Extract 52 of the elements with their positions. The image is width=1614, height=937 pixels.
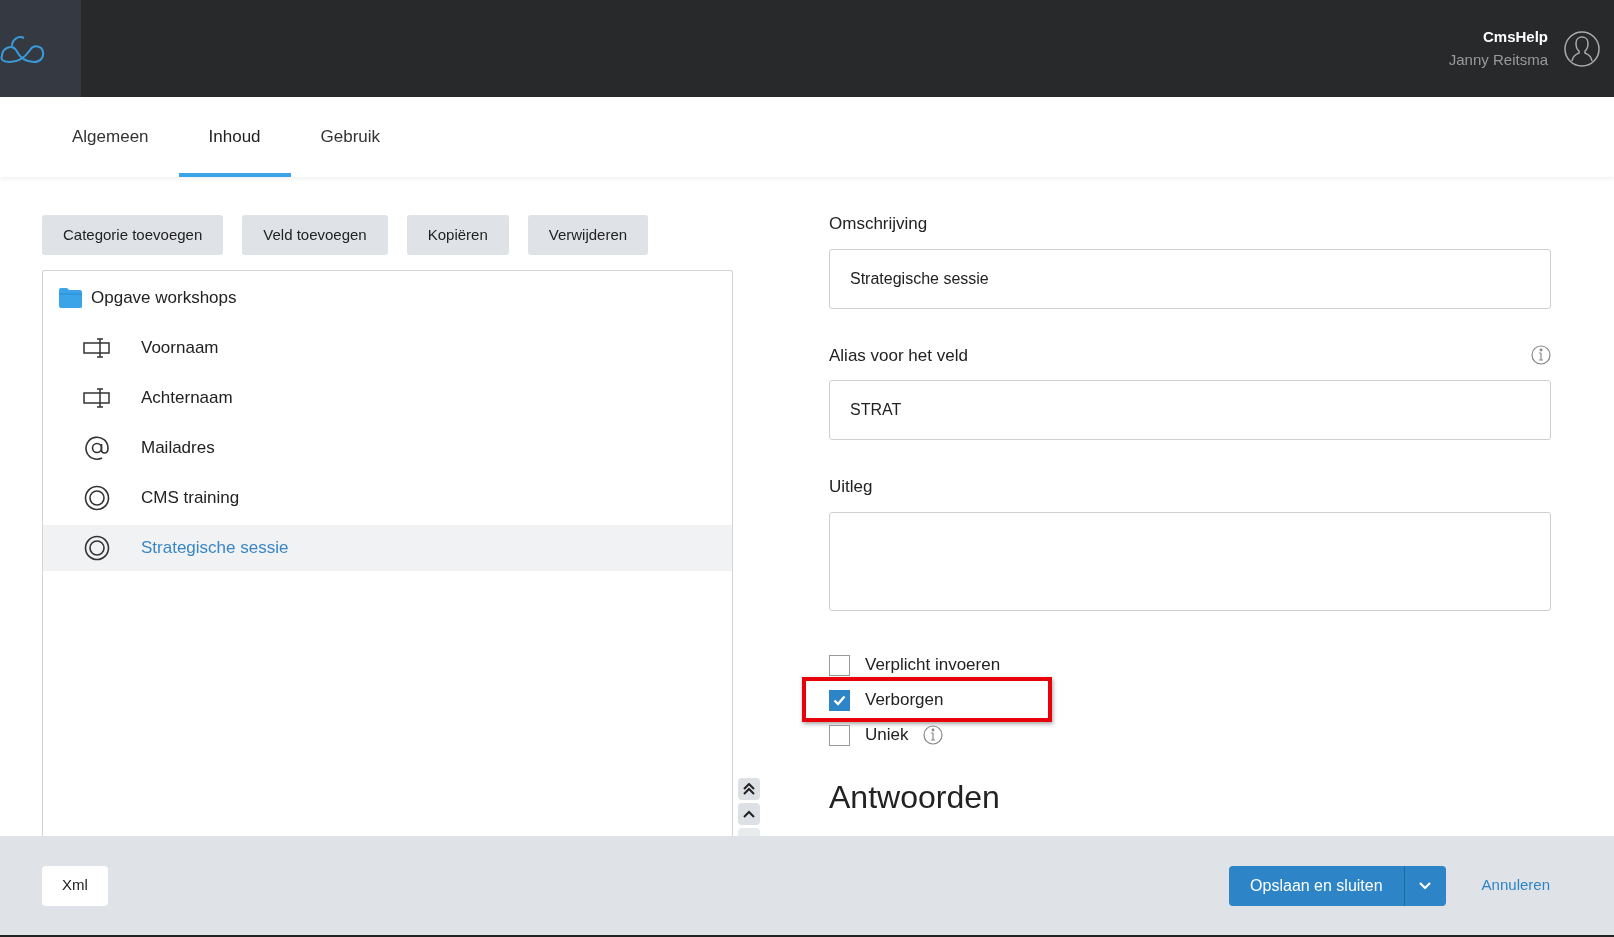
checkbox-label: Verplicht invoeren [865, 654, 1001, 677]
input-field[interactable]: STRAT [829, 380, 1551, 440]
field-label: Alias voor het veld [829, 344, 968, 367]
tab[interactable]: Algemeen [42, 97, 179, 177]
tree-label: Achternaam [141, 387, 233, 410]
user-name: Janny Reitsma [1448, 49, 1548, 70]
tree-item[interactable]: Achternaam [43, 375, 732, 421]
chevron-down-icon [1419, 881, 1432, 890]
user-avatar-icon[interactable] [1564, 30, 1600, 67]
textarea-field[interactable] [829, 511, 1551, 611]
tree-label: Mailadres [141, 437, 215, 460]
radio-icon [84, 485, 110, 511]
account-name: CmsHelp [1482, 27, 1548, 47]
field-label: Uitleg [829, 476, 873, 498]
radio-icon [84, 535, 110, 561]
checkbox-label: Verborgen [865, 689, 944, 712]
tab[interactable]: Gebruik [290, 97, 411, 177]
tree-label: CMS training [141, 487, 240, 510]
tree-item[interactable]: Strategische sessie [43, 525, 732, 571]
cloud-logo-icon [0, 33, 45, 64]
toolbar-button[interactable]: Veld toevoegen [242, 215, 388, 255]
checkbox[interactable] [829, 724, 850, 746]
tree-root[interactable]: Opgave workshops [43, 281, 732, 315]
xml-button[interactable]: Xml [42, 865, 108, 906]
checkbox[interactable] [829, 689, 850, 711]
tree-label: Opgave workshops [91, 287, 237, 310]
text-field-icon [83, 337, 111, 359]
save-button[interactable]: Opslaan en sluiten [1229, 865, 1404, 906]
toolbar-button[interactable]: Kopiëren [406, 215, 509, 255]
chevron-up-icon [743, 810, 755, 818]
toolbar-button[interactable]: Categorie toevoegen [42, 215, 224, 255]
checkbox[interactable] [829, 654, 850, 676]
at-sign-icon [84, 435, 110, 461]
info-icon[interactable] [923, 725, 944, 745]
text-field-icon [83, 387, 111, 409]
tree-label: Voornaam [141, 337, 219, 360]
tab[interactable]: Inhoud [178, 97, 291, 177]
check-icon [833, 694, 846, 706]
input-field[interactable]: Strategische sessie [829, 248, 1551, 309]
double-chevron-up-icon [743, 783, 755, 795]
checkbox-label: Uniek [865, 724, 909, 747]
toolbar-button[interactable]: Verwijderen [527, 215, 649, 255]
tree-label: Strategische sessie [141, 537, 289, 560]
info-icon[interactable] [1531, 345, 1551, 366]
tree-item[interactable]: Mailadres [43, 425, 732, 471]
folder-icon [58, 287, 83, 309]
scroll-top-button[interactable] [738, 778, 760, 800]
tree-item[interactable]: Voornaam [43, 325, 732, 371]
tree-item[interactable]: CMS training [43, 475, 732, 521]
scroll-up-button[interactable] [738, 803, 760, 825]
field-label: Omschrijving [829, 213, 928, 235]
section-heading: Antwoorden [829, 777, 1001, 816]
